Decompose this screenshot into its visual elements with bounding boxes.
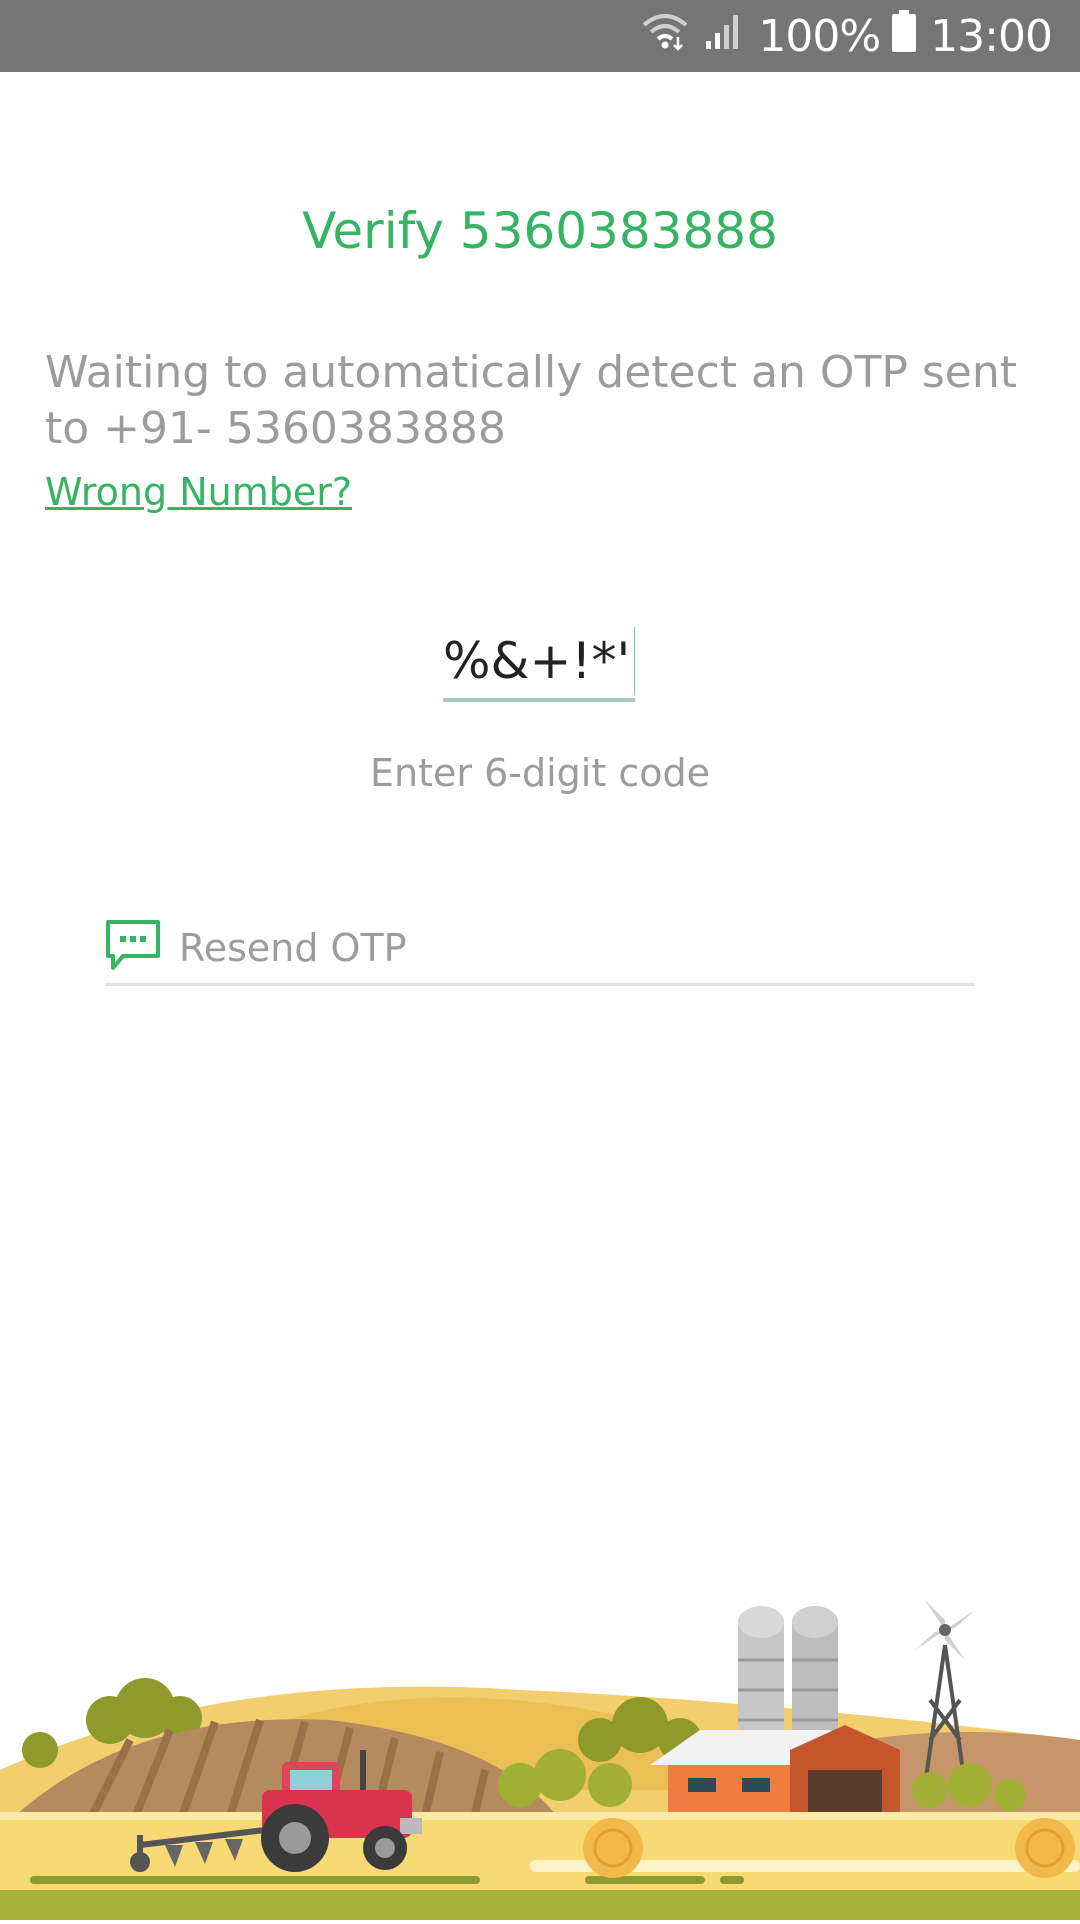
signal-icon [704,11,744,62]
otp-hint: Enter 6-digit code [370,751,710,795]
status-bar: 100% 13:00 [0,0,1080,72]
text-cursor [634,627,635,695]
wifi-icon [640,11,690,62]
farm-illustration [0,1590,1080,1920]
message-icon [105,919,161,977]
page-title: Verify 5360383888 [302,202,778,260]
resend-otp-button[interactable]: Resend OTP [105,913,975,986]
wrong-number-link[interactable]: Wrong Number? [45,466,352,518]
resend-otp-label: Resend OTP [179,926,407,970]
clock: 13:00 [930,10,1053,62]
otp-waiting-message: Waiting to automatically detect an OTP s… [45,347,1018,454]
otp-value: %&+!*' [443,632,631,690]
battery-icon [892,9,917,63]
otp-input[interactable]: %&+!*' [443,624,635,702]
battery-percent: 100% [758,10,881,62]
